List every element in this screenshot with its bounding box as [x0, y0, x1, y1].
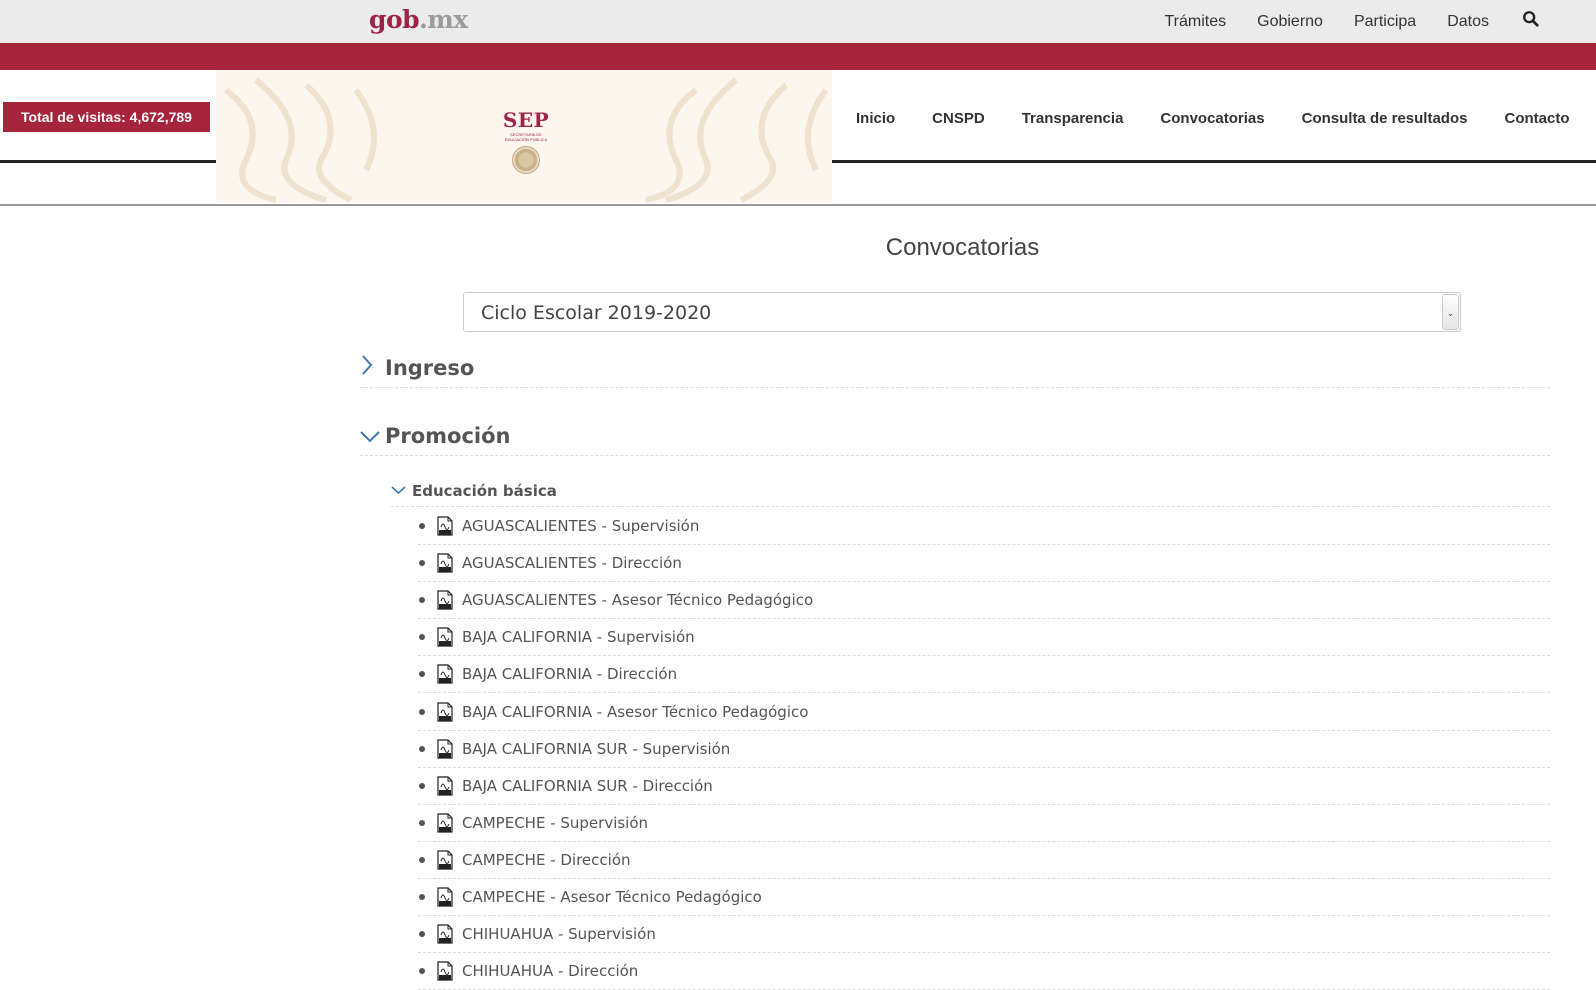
logo-gob-text: gob	[369, 5, 420, 34]
pdf-icon	[437, 590, 453, 610]
list-item[interactable]: BAJA CALIFORNIA - Supervisión	[418, 619, 1550, 657]
nav-convocatorias[interactable]: Convocatorias	[1160, 110, 1264, 127]
logo-mx-text: .mx	[419, 5, 468, 34]
topnav-gobierno[interactable]: Gobierno	[1257, 13, 1323, 31]
bullet-icon	[419, 968, 425, 975]
pdf-icon	[437, 664, 453, 685]
bullet-icon	[419, 634, 425, 641]
bullet-icon	[419, 856, 425, 863]
convocatoria-link[interactable]: BAJA CALIFORNIA - Supervisión	[462, 628, 695, 646]
nav-inicio[interactable]: Inicio	[856, 110, 895, 127]
bullet-icon	[419, 893, 425, 900]
gobmx-logo[interactable]: gob.mx	[369, 5, 468, 34]
section-label: Promoción	[385, 423, 511, 448]
main-nav: Inicio CNSPD Transparencia Convocatorias…	[832, 103, 1569, 133]
bullet-icon	[419, 671, 425, 678]
bullet-icon	[419, 745, 425, 752]
pdf-icon	[437, 739, 453, 759]
list-item[interactable]: BAJA CALIFORNIA SUR - Supervisión	[418, 731, 1550, 768]
topnav-datos[interactable]: Datos	[1447, 13, 1489, 31]
section-promocion[interactable]: Promoción	[360, 416, 1550, 456]
bullet-icon	[419, 819, 425, 826]
top-bar: gob.mx Trámites Gobierno Participa Datos	[0, 0, 1596, 43]
nav-transparencia[interactable]: Transparencia	[1022, 110, 1124, 127]
list-item[interactable]: AGUASCALIENTES - Dirección	[418, 545, 1550, 583]
divider	[0, 160, 216, 163]
convocatoria-link[interactable]: CAMPECHE - Dirección	[462, 851, 631, 869]
topnav-tramites[interactable]: Trámites	[1164, 13, 1226, 31]
convocatoria-link[interactable]: CAMPECHE - Asesor Técnico Pedagógico	[462, 888, 762, 906]
convocatoria-list: AGUASCALIENTES - Supervisión AGUASCALIENT…	[418, 508, 1550, 990]
page-title: Convocatorias	[885, 234, 1040, 261]
convocatoria-link[interactable]: AGUASCALIENTES - Supervisión	[462, 517, 699, 535]
bullet-icon	[419, 523, 425, 530]
chevron-right-icon[interactable]	[360, 354, 380, 382]
convocatoria-link[interactable]: BAJA CALIFORNIA - Asesor Técnico Pedagóg…	[462, 703, 808, 721]
convocatoria-link[interactable]: AGUASCALIENTES - Dirección	[462, 554, 682, 572]
national-seal-icon	[512, 146, 540, 174]
pdf-icon	[437, 850, 453, 870]
divider	[0, 204, 1596, 206]
pdf-icon	[437, 813, 453, 833]
list-item[interactable]: CAMPECHE - Supervisión	[418, 805, 1550, 842]
ciclo-escolar-select[interactable]: Ciclo Escolar 2019-2020 ⌄	[463, 292, 1461, 332]
search-icon[interactable]	[1522, 10, 1540, 28]
chevron-down-icon[interactable]	[360, 423, 380, 449]
pdf-icon	[437, 924, 453, 944]
sep-logo-text: SEP	[502, 108, 550, 132]
pdf-icon	[437, 887, 453, 907]
list-item[interactable]: AGUASCALIENTES - Asesor Técnico Pedagógi…	[418, 582, 1550, 620]
bullet-icon	[419, 560, 425, 567]
convocatoria-link[interactable]: BAJA CALIFORNIA - Dirección	[462, 665, 677, 683]
section-ingreso[interactable]: Ingreso	[360, 348, 1550, 388]
nav-cnspd[interactable]: CNSPD	[932, 110, 985, 127]
convocatoria-link[interactable]: BAJA CALIFORNIA SUR - Dirección	[462, 777, 713, 795]
convocatoria-link[interactable]: CHIHUAHUA - Supervisión	[462, 925, 656, 943]
list-item[interactable]: CAMPECHE - Dirección	[418, 842, 1550, 879]
top-nav: Trámites Gobierno Participa Datos	[1164, 0, 1596, 43]
sep-banner: SEP SECRETARÍA DE EDUCACIÓN PÚBLICA	[216, 70, 832, 203]
list-item[interactable]: BAJA CALIFORNIA - Asesor Técnico Pedagóg…	[418, 693, 1550, 731]
nav-consulta-resultados[interactable]: Consulta de resultados	[1302, 110, 1468, 127]
pdf-icon	[437, 701, 453, 722]
sep-logo[interactable]: SEP SECRETARÍA DE EDUCACIÓN PÚBLICA	[486, 108, 566, 174]
bullet-icon	[419, 782, 425, 789]
pdf-icon	[437, 553, 453, 573]
bullet-icon	[419, 708, 425, 715]
section-label: Ingreso	[385, 355, 475, 380]
pdf-icon	[437, 516, 453, 536]
convocatoria-link[interactable]: CHIHUAHUA - Dirección	[462, 962, 638, 980]
chevron-down-icon[interactable]	[391, 483, 406, 498]
nav-contacto[interactable]: Contacto	[1504, 110, 1569, 127]
bullet-icon	[419, 931, 425, 938]
topnav-participa[interactable]: Participa	[1354, 13, 1416, 31]
bullet-icon	[419, 597, 425, 604]
list-item[interactable]: CAMPECHE - Asesor Técnico Pedagógico	[418, 879, 1550, 917]
convocatoria-link[interactable]: AGUASCALIENTES - Asesor Técnico Pedagógi…	[462, 591, 813, 609]
brand-band	[0, 43, 1596, 70]
convocatoria-link[interactable]: BAJA CALIFORNIA SUR - Supervisión	[462, 740, 730, 758]
subsection-label: Educación básica	[412, 481, 557, 500]
divider	[832, 160, 1596, 163]
convocatoria-link[interactable]: CAMPECHE - Supervisión	[462, 814, 648, 832]
visit-counter: Total de visitas: 4,672,789	[3, 102, 210, 132]
pdf-icon	[437, 961, 453, 981]
list-item[interactable]: BAJA CALIFORNIA SUR - Dirección	[418, 768, 1550, 805]
list-item[interactable]: BAJA CALIFORNIA - Dirección	[418, 656, 1550, 694]
pdf-icon	[437, 627, 453, 647]
list-item[interactable]: CHIHUAHUA - Supervisión	[418, 916, 1550, 954]
list-item[interactable]: CHIHUAHUA - Dirección	[418, 953, 1550, 990]
sep-logo-subtitle-2: EDUCACIÓN PÚBLICA	[504, 137, 548, 142]
list-item[interactable]: AGUASCALIENTES - Supervisión	[418, 508, 1550, 546]
select-value: Ciclo Escolar 2019-2020	[481, 302, 712, 324]
chevron-down-icon[interactable]: ⌄	[1442, 294, 1459, 330]
pdf-icon	[437, 776, 453, 796]
subsection-educacion-basica[interactable]: Educación básica	[391, 475, 1550, 507]
